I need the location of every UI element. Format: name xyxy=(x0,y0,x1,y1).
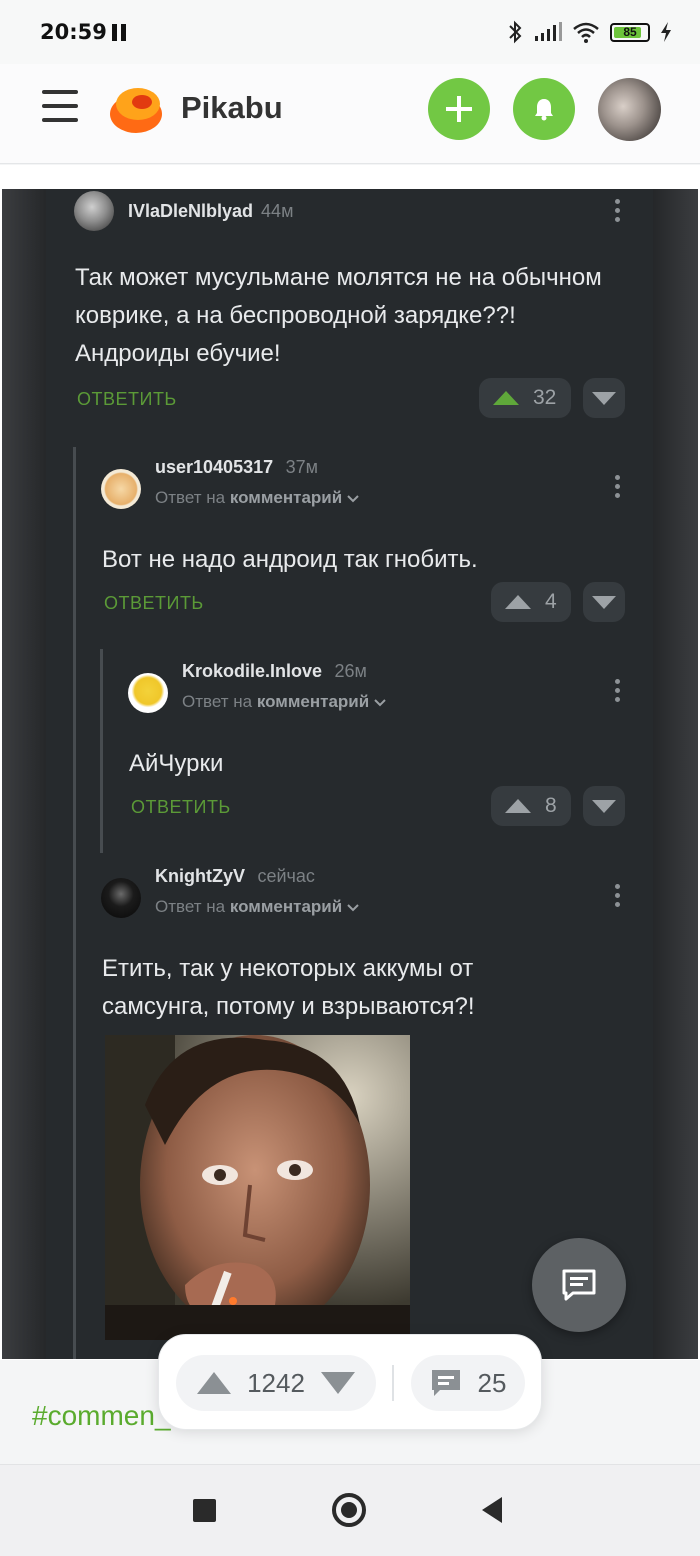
comment-text: Вот не надо андроид так гнобить. xyxy=(102,546,478,573)
kebab-icon[interactable] xyxy=(615,475,621,502)
reply-to[interactable]: Ответ на комментарий xyxy=(155,488,359,508)
portrait-image xyxy=(105,1035,410,1340)
reply-to-prefix: Ответ на xyxy=(155,487,226,507)
comment-header: Krokodile.Inlove 26м Ответ на комментари… xyxy=(128,661,386,713)
avatar[interactable] xyxy=(74,191,114,231)
arrow-down-icon xyxy=(592,391,616,405)
reply-to-target: комментарий xyxy=(229,896,343,916)
kebab-icon[interactable] xyxy=(615,679,621,706)
comment-time: 26м xyxy=(334,660,367,681)
status-icons: 85 xyxy=(506,20,672,44)
comment-header: IVlaDleNlblyad 44м xyxy=(74,191,293,231)
avatar[interactable] xyxy=(101,469,141,509)
comment-fab-button[interactable] xyxy=(532,1238,626,1332)
comment-author[interactable]: IVlaDleNlblyad xyxy=(128,201,253,222)
user-avatar[interactable] xyxy=(598,78,661,141)
post-content: IVlaDleNlblyad 44м Так может мусульмане … xyxy=(0,165,700,1360)
back-button[interactable] xyxy=(482,1497,502,1523)
downvote-button[interactable] xyxy=(583,786,625,826)
comment-text: АйЧурки xyxy=(129,750,224,777)
charging-icon xyxy=(661,22,671,42)
comment-author[interactable]: Krokodile.Inlove xyxy=(182,661,322,681)
comment-image[interactable] xyxy=(105,1035,410,1340)
menu-icon[interactable] xyxy=(42,90,78,126)
rating-count: 1242 xyxy=(247,1367,305,1398)
wifi-icon xyxy=(573,22,599,43)
kebab-icon[interactable] xyxy=(615,884,621,911)
post-tag[interactable]: #commen_ xyxy=(32,1400,171,1432)
comment-meta: user10405317 37м Ответ на комментарий xyxy=(155,457,359,508)
thread-line xyxy=(73,447,76,1359)
reply-to-target: комментарий xyxy=(229,487,343,507)
arrow-down-icon[interactable] xyxy=(320,1372,355,1394)
downvote-button[interactable] xyxy=(583,378,625,418)
notifications-button[interactable] xyxy=(513,78,575,140)
comment-text: Етить, так у некоторых аккумы от самсунг… xyxy=(102,955,475,1020)
comment-meta: KnightZyV сейчас Ответ на комментарий xyxy=(155,866,359,917)
comment-text: Так может мусульмане молятся не на обычн… xyxy=(75,264,602,367)
reply-to[interactable]: Ответ на комментарий xyxy=(155,897,359,917)
reply-button[interactable]: ОТВЕТИТЬ xyxy=(77,389,177,410)
battery-indicator: 85 xyxy=(610,22,650,42)
reply-to-prefix: Ответ на xyxy=(182,691,253,711)
app-header: Pikabu xyxy=(0,64,700,164)
kebab-icon[interactable] xyxy=(615,199,621,226)
chat-bubble-icon xyxy=(562,1269,596,1301)
comments-count: 25 xyxy=(477,1367,507,1398)
comment-time: сейчас xyxy=(257,865,315,886)
avatar[interactable] xyxy=(101,878,141,918)
comment-header: KnightZyV сейчас Ответ на комментарий xyxy=(101,866,359,918)
recents-button[interactable] xyxy=(193,1499,216,1522)
arrow-up-icon xyxy=(493,391,519,405)
reply-button[interactable]: ОТВЕТИТЬ xyxy=(104,593,204,614)
upvote-button[interactable]: 32 xyxy=(479,378,571,418)
arrow-down-icon xyxy=(592,799,616,813)
home-button[interactable] xyxy=(332,1493,366,1527)
battery-level: 85 xyxy=(623,24,637,39)
chevron-down-icon xyxy=(347,903,359,911)
divider xyxy=(392,1365,394,1401)
arrow-up-icon[interactable] xyxy=(197,1372,232,1394)
reply-to-prefix: Ответ на xyxy=(155,896,226,916)
comment-header: user10405317 37м Ответ на комментарий xyxy=(101,457,359,509)
vote-count: 32 xyxy=(533,386,557,409)
chevron-down-icon xyxy=(347,494,359,502)
comment-time: 37м xyxy=(285,456,318,477)
upvote-button[interactable]: 8 xyxy=(491,786,571,826)
vote-count: 4 xyxy=(545,590,557,613)
downvote-button[interactable] xyxy=(583,582,625,622)
system-nav-bar xyxy=(0,1464,700,1556)
comment-author[interactable]: user10405317 xyxy=(155,457,273,477)
arrow-up-icon xyxy=(505,799,531,813)
post-rating: 1242 xyxy=(176,1355,376,1411)
pikabu-logo[interactable] xyxy=(108,82,164,136)
reply-button[interactable]: ОТВЕТИТЬ xyxy=(131,797,231,818)
comment-author[interactable]: KnightZyV xyxy=(155,866,245,886)
chat-bubble-icon xyxy=(431,1370,460,1396)
chevron-down-icon xyxy=(374,698,386,706)
vote-count: 8 xyxy=(545,794,557,817)
status-bar: 20:59 85 xyxy=(0,0,700,64)
comments-button[interactable]: 25 xyxy=(411,1355,525,1411)
post-actions-bar: 1242 25 xyxy=(158,1334,542,1430)
arrow-down-icon xyxy=(592,595,616,609)
brand-name[interactable]: Pikabu xyxy=(181,90,283,126)
avatar[interactable] xyxy=(128,673,168,713)
signal-icon xyxy=(535,22,562,41)
bluetooth-icon xyxy=(509,20,522,44)
comment-time: 44м xyxy=(261,200,294,221)
add-post-button[interactable] xyxy=(428,78,490,140)
arrow-up-icon xyxy=(505,595,531,609)
thread-line xyxy=(100,649,103,853)
comment-meta: Krokodile.Inlove 26м Ответ на комментари… xyxy=(182,661,386,712)
status-time: 20:59 xyxy=(40,20,107,44)
reply-to[interactable]: Ответ на комментарий xyxy=(182,692,386,712)
reply-to-target: комментарий xyxy=(256,691,370,711)
pause-icon xyxy=(112,24,130,46)
plus-icon xyxy=(446,96,472,122)
upvote-button[interactable]: 4 xyxy=(491,582,571,622)
bell-icon xyxy=(535,99,553,121)
